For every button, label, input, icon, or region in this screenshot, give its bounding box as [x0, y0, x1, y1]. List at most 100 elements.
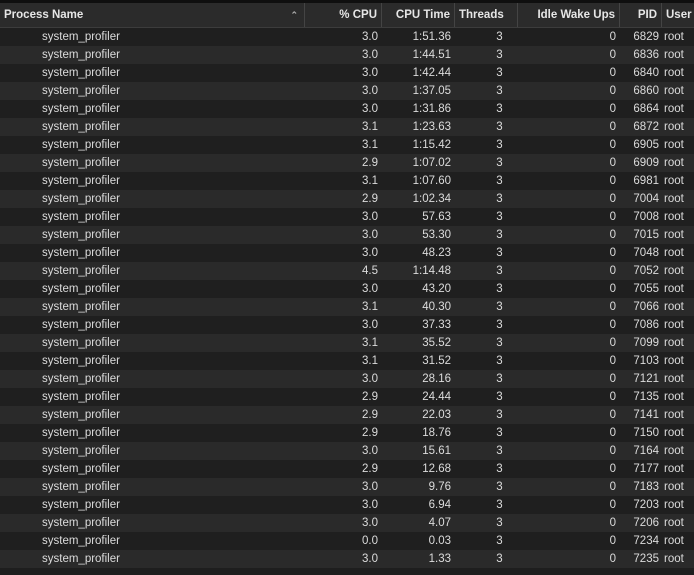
cell-idle-wake-ups: 0	[609, 31, 616, 43]
cell-threads: 3	[496, 103, 503, 115]
cell-process-name: system_profiler	[42, 301, 120, 313]
table-row[interactable]: system_profiler 3.0 6.94 3 0 7203 root	[0, 496, 694, 514]
cell-threads: 3	[496, 463, 503, 475]
cell-cpu-time: 1:51.36	[412, 31, 451, 43]
cell-cpu-time: 40.30	[422, 301, 451, 313]
cell-threads: 3	[496, 229, 503, 241]
table-row[interactable]: system_profiler 3.1 1:15.42 3 0 6905 root	[0, 136, 694, 154]
table-row[interactable]: system_profiler 2.9 1:02.34 3 0 7004 root	[0, 190, 694, 208]
cell-cpu-time: 1:14.48	[412, 265, 451, 277]
table-row[interactable]: system_profiler 3.0 1:51.36 3 0 6829 root	[0, 28, 694, 46]
table-row[interactable]: system_profiler 2.9 12.68 3 0 7177 root	[0, 460, 694, 478]
table-row[interactable]: system_profiler 3.0 9.76 3 0 7183 root	[0, 478, 694, 496]
cell-idle-wake-ups: 0	[609, 229, 616, 241]
table-row[interactable]: system_profiler 3.0 1:37.05 3 0 6860 root	[0, 82, 694, 100]
column-header-cpu-percent[interactable]: % CPU	[305, 3, 382, 27]
column-label: % CPU	[339, 9, 377, 21]
cell-user: root	[664, 499, 684, 511]
column-header-pid[interactable]: PID	[620, 3, 662, 27]
table-header: Process Name ⌃ % CPU CPU Time Threads Id…	[0, 3, 694, 28]
table-row[interactable]: system_profiler 3.1 40.30 3 0 7066 root	[0, 298, 694, 316]
cell-user: root	[664, 409, 684, 421]
column-label: PID	[637, 9, 657, 21]
table-row[interactable]: system_profiler 3.0 43.20 3 0 7055 root	[0, 280, 694, 298]
table-row[interactable]: system_profiler 3.0 37.33 3 0 7086 root	[0, 316, 694, 334]
table-row[interactable]: system_profiler 3.0 1:31.86 3 0 6864 root	[0, 100, 694, 118]
column-label: CPU Time	[395, 9, 450, 21]
cell-process-name: system_profiler	[42, 337, 120, 349]
cell-idle-wake-ups: 0	[609, 211, 616, 223]
table-row[interactable]: system_profiler 2.9 22.03 3 0 7141 root	[0, 406, 694, 424]
table-row[interactable]: system_profiler 3.0 57.63 3 0 7008 root	[0, 208, 694, 226]
cell-user: root	[664, 157, 684, 169]
cell-idle-wake-ups: 0	[609, 193, 616, 205]
table-row[interactable]: system_profiler 0.0 0.03 3 0 7234 root	[0, 532, 694, 550]
cell-idle-wake-ups: 0	[609, 67, 616, 79]
cell-threads: 3	[496, 265, 503, 277]
table-row[interactable]: system_profiler 3.1 1:23.63 3 0 6872 root	[0, 118, 694, 136]
cell-process-name: system_profiler	[42, 31, 120, 43]
cell-cpu-time: 6.94	[428, 499, 451, 511]
cell-threads: 3	[496, 481, 503, 493]
cell-cpu-percent: 3.0	[362, 319, 378, 331]
cell-cpu-time: 1:02.34	[412, 193, 451, 205]
cell-user: root	[664, 193, 684, 205]
table-row[interactable]: system_profiler 3.1 31.52 3 0 7103 root	[0, 352, 694, 370]
cell-pid: 6909	[633, 157, 659, 169]
cell-process-name: system_profiler	[42, 355, 120, 367]
cell-process-name: system_profiler	[42, 535, 120, 547]
cell-user: root	[664, 301, 684, 313]
cell-user: root	[664, 67, 684, 79]
table-row[interactable]: system_profiler 3.0 1:42.44 3 0 6840 root	[0, 64, 694, 82]
column-header-threads[interactable]: Threads	[455, 3, 518, 27]
cell-process-name: system_profiler	[42, 481, 120, 493]
table-row[interactable]: system_profiler 3.0 15.61 3 0 7164 root	[0, 442, 694, 460]
cell-cpu-percent: 0.0	[362, 535, 378, 547]
cell-cpu-percent: 3.0	[362, 247, 378, 259]
cell-cpu-time: 43.20	[422, 283, 451, 295]
cell-idle-wake-ups: 0	[609, 337, 616, 349]
cell-cpu-percent: 3.0	[362, 103, 378, 115]
cell-pid: 7177	[633, 463, 659, 475]
cell-user: root	[664, 337, 684, 349]
table-row[interactable]: system_profiler 2.9 18.76 3 0 7150 root	[0, 424, 694, 442]
column-header-idle-wake-ups[interactable]: Idle Wake Ups	[518, 3, 620, 27]
column-header-cpu-time[interactable]: CPU Time	[382, 3, 455, 27]
cell-threads: 3	[496, 409, 503, 421]
cell-cpu-time: 1:15.42	[412, 139, 451, 151]
table-row[interactable]: system_profiler 3.0 1.33 3 0 7235 root	[0, 550, 694, 568]
cell-pid: 7015	[633, 229, 659, 241]
column-header-process-name[interactable]: Process Name ⌃	[0, 3, 305, 27]
table-row[interactable]: system_profiler 3.1 35.52 3 0 7099 root	[0, 334, 694, 352]
cell-pid: 6829	[633, 31, 659, 43]
cell-process-name: system_profiler	[42, 193, 120, 205]
cell-cpu-time: 9.76	[428, 481, 451, 493]
cell-process-name: system_profiler	[42, 121, 120, 133]
cell-pid: 7206	[633, 517, 659, 529]
cell-user: root	[664, 553, 684, 565]
table-row[interactable]: system_profiler 2.9 24.44 3 0 7135 root	[0, 388, 694, 406]
cell-pid: 7086	[633, 319, 659, 331]
cell-cpu-time: 35.52	[422, 337, 451, 349]
table-row[interactable]: system_profiler 3.0 4.07 3 0 7206 root	[0, 514, 694, 532]
table-row[interactable]: system_profiler 3.0 28.16 3 0 7121 root	[0, 370, 694, 388]
table-row[interactable]: system_profiler 3.1 1:07.60 3 0 6981 root	[0, 172, 694, 190]
table-row[interactable]: system_profiler 3.0 48.23 3 0 7048 root	[0, 244, 694, 262]
table-row[interactable]: system_profiler 3.0 1:44.51 3 0 6836 root	[0, 46, 694, 64]
cell-cpu-time: 53.30	[422, 229, 451, 241]
table-row[interactable]: system_profiler 3.0 53.30 3 0 7015 root	[0, 226, 694, 244]
cell-idle-wake-ups: 0	[609, 247, 616, 259]
cell-idle-wake-ups: 0	[609, 265, 616, 277]
cell-user: root	[664, 535, 684, 547]
cell-cpu-time: 1:07.60	[412, 175, 451, 187]
cell-idle-wake-ups: 0	[609, 517, 616, 529]
cell-threads: 3	[496, 121, 503, 133]
table-row[interactable]: system_profiler 2.9 1:07.02 3 0 6909 root	[0, 154, 694, 172]
cell-threads: 3	[496, 301, 503, 313]
cell-pid: 7048	[633, 247, 659, 259]
cell-cpu-percent: 3.0	[362, 31, 378, 43]
column-header-user[interactable]: User	[662, 3, 694, 27]
cell-pid: 7099	[633, 337, 659, 349]
cell-cpu-time: 1:42.44	[412, 67, 451, 79]
table-row[interactable]: system_profiler 4.5 1:14.48 3 0 7052 root	[0, 262, 694, 280]
